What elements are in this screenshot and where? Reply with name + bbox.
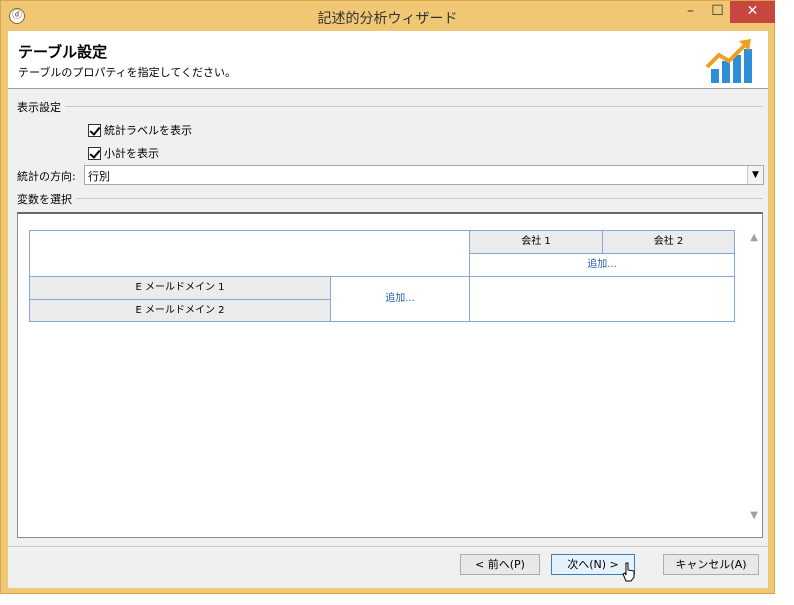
prev-button[interactable]: < 前へ(P) [460,554,540,575]
display-settings-divider [17,106,763,107]
grid-divider [30,299,330,300]
show-subtotals-checkbox[interactable] [88,146,101,160]
scroll-down-icon[interactable]: ▼ [750,510,758,521]
bar-chart-growth-icon [705,39,752,83]
wizard-window: ⓓ 記述的分析ウィザード – ☐ ✕ テーブル設定 テーブルのプロパティを指定し… [0,0,775,594]
wizard-header: テーブル設定 テーブルのプロパティを指定してください。 [8,31,768,89]
logo-bar-2 [722,61,730,83]
column-header[interactable]: 会社 1 [470,231,602,253]
show-subtotals-option[interactable]: 小計を表示 [88,145,159,161]
cancel-button[interactable]: キャンセル(A) [663,554,759,575]
page-subtitle: テーブルのプロパティを指定してください。 [18,66,237,79]
mouse-cursor-icon [622,562,635,582]
title-bar[interactable]: ⓓ 記述的分析ウィザード – ☐ ✕ [1,1,775,31]
show-subtotals-label: 小計を表示 [104,147,159,160]
logo-bar-3 [733,55,741,83]
wizard-content: テーブル設定 テーブルのプロパティを指定してください。 表示設定 統計ラベルを表… [8,31,768,588]
page-title: テーブル設定 [18,43,108,61]
column-header[interactable]: 会社 2 [603,231,734,253]
row-header[interactable]: E メールドメイン 1 [30,277,330,299]
grid-divider [330,276,331,321]
display-settings-label: 表示設定 [17,99,65,115]
variables-divider [17,198,763,199]
variables-panel: ▲ ▼ 会社 1 会社 2 追加... E メールドメイン 1 E メールドメイ… [17,212,763,538]
close-button[interactable]: ✕ [730,1,775,23]
cursor-shape [622,562,635,582]
chevron-down-icon[interactable]: ▼ [747,166,763,184]
minimize-button[interactable]: – [677,1,704,23]
variables-label: 変数を選択 [17,191,76,207]
scroll-up-icon[interactable]: ▲ [750,232,758,243]
row-header[interactable]: E メールドメイン 2 [30,300,330,321]
grid-divider [602,231,603,253]
window-title: 記述的分析ウィザード [317,11,458,27]
logo-bar-1 [711,69,719,83]
show-stat-labels-checkbox[interactable] [88,123,101,137]
stat-direction-value: 行別 [88,170,110,183]
show-stat-labels-option[interactable]: 統計ラベルを表示 [88,122,192,138]
add-column-link[interactable]: 追加... [470,254,734,276]
add-row-link[interactable]: 追加... [331,277,469,321]
footer-divider [8,546,768,547]
grid-divider [30,276,734,277]
stat-direction-select[interactable]: 行別 ▼ [84,165,764,185]
show-stat-labels-label: 統計ラベルを表示 [104,124,192,137]
variables-grid: 会社 1 会社 2 追加... E メールドメイン 1 E メールドメイン 2 … [29,230,735,322]
maximize-button[interactable]: ☐ [704,1,731,23]
stat-direction-label: 統計の方向: [17,170,76,183]
grid-divider [469,253,734,254]
logo-bar-4 [744,49,752,83]
